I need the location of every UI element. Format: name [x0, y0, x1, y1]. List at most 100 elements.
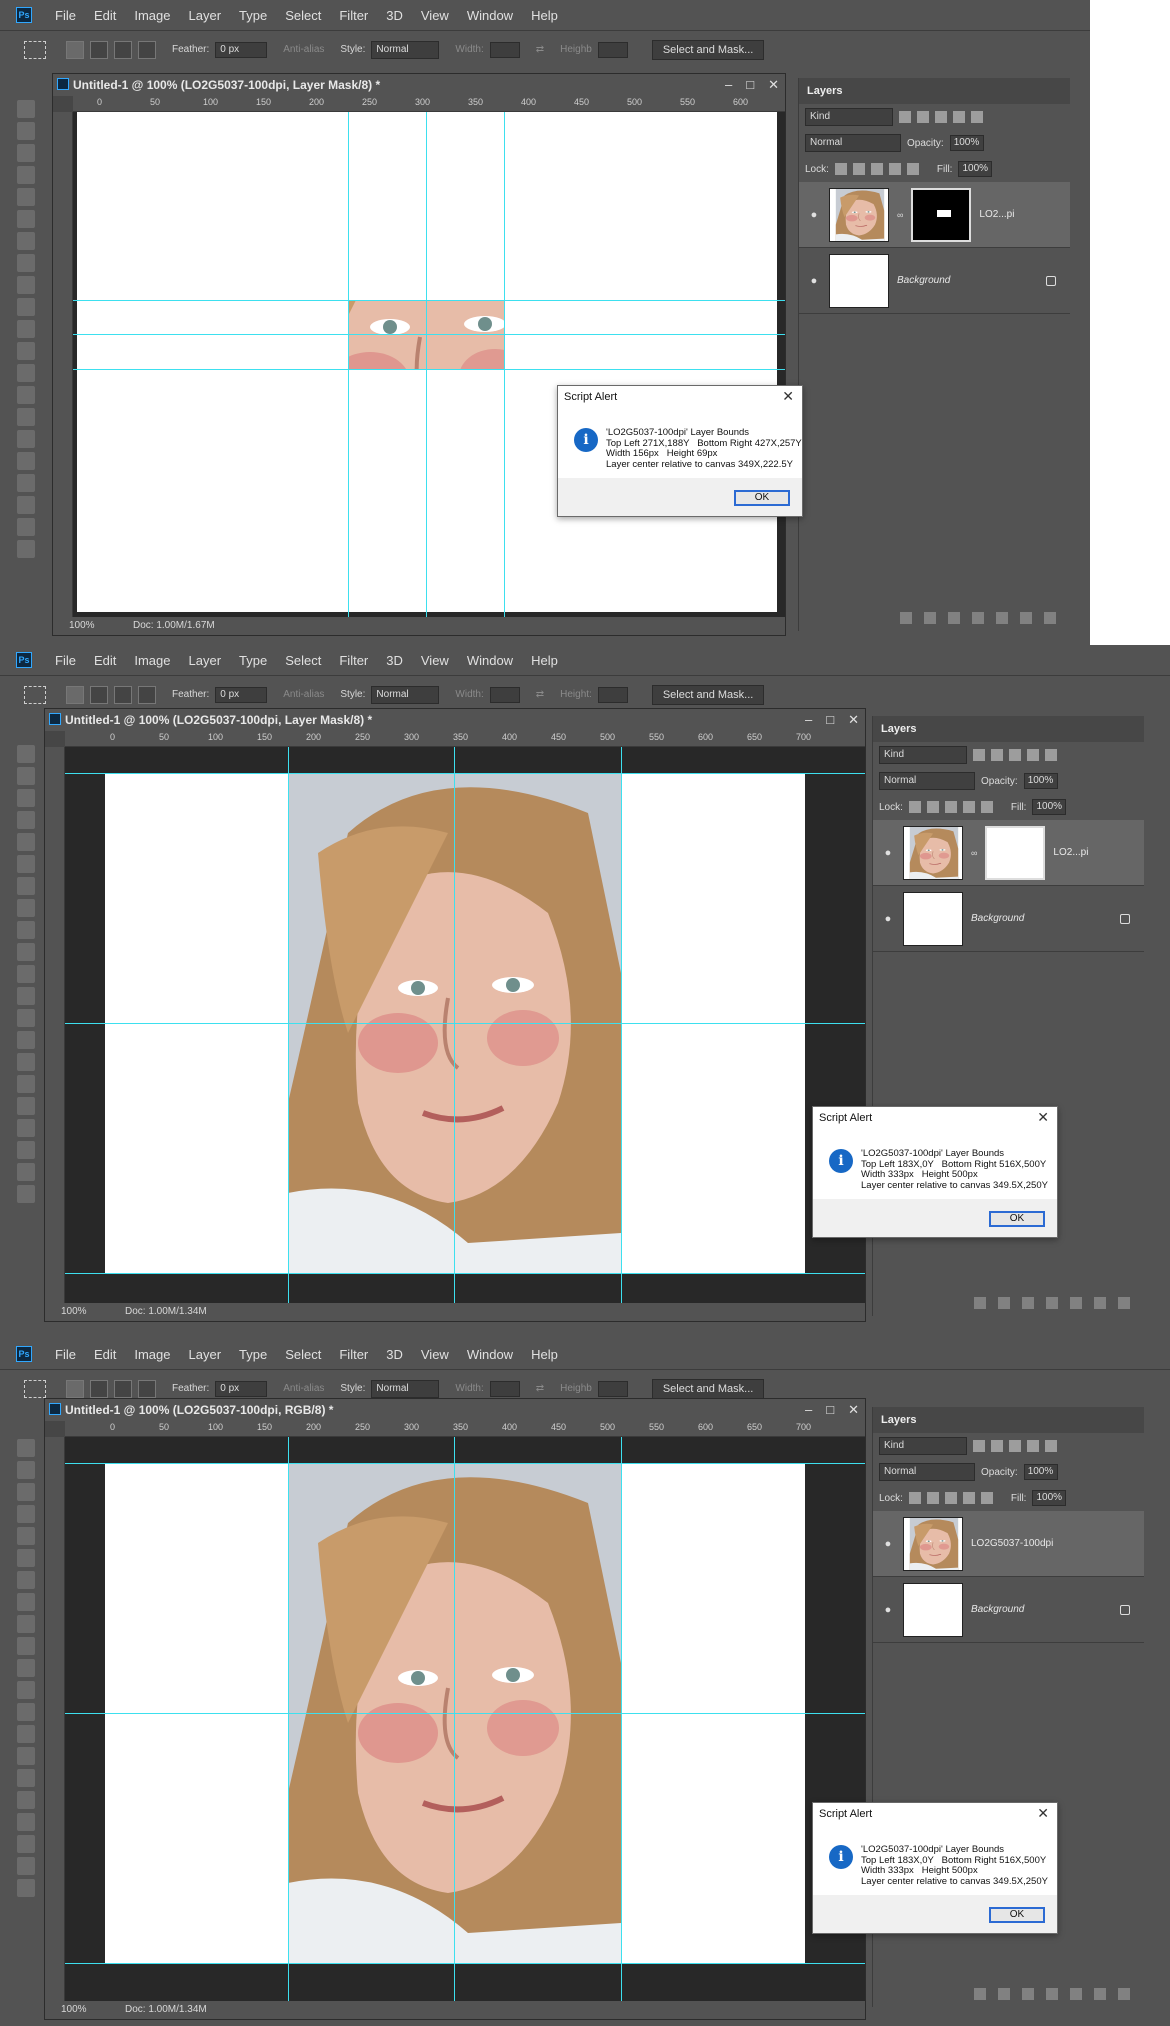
direct-select-tool-icon[interactable] — [17, 1835, 35, 1853]
eyedropper-tool-icon[interactable] — [17, 877, 35, 895]
horizontal-guide[interactable] — [65, 1463, 865, 1464]
lock-all-icon[interactable] — [980, 1492, 993, 1504]
lock-all-icon[interactable] — [980, 801, 993, 813]
subtract-selection-icon[interactable] — [114, 1379, 132, 1398]
new-layer-icon[interactable] — [1094, 1297, 1106, 1309]
zoom-level[interactable]: 100% — [61, 1306, 87, 1317]
shape-filter-icon[interactable] — [1027, 749, 1039, 761]
style-select[interactable]: Normal — [371, 1379, 440, 1398]
direct-select-tool-icon[interactable] — [17, 1141, 35, 1159]
minimize-icon[interactable]: – — [805, 1399, 812, 1421]
add-to-selection-icon[interactable] — [90, 1379, 108, 1398]
maximize-icon[interactable]: □ — [826, 1399, 834, 1421]
trash-icon[interactable] — [1118, 1297, 1130, 1309]
group-icon[interactable] — [1070, 1988, 1082, 2000]
lasso-tool-icon[interactable] — [17, 789, 35, 807]
type-filter-icon[interactable] — [1009, 749, 1021, 761]
menu-select[interactable]: Select — [276, 1347, 330, 1362]
menu-image[interactable]: Image — [125, 653, 179, 668]
frame-tool-icon[interactable] — [17, 855, 35, 873]
new-selection-icon[interactable] — [66, 40, 84, 59]
adjustment-filter-icon[interactable] — [917, 111, 929, 123]
menu-help[interactable]: Help — [522, 8, 567, 23]
adjustment-filter-icon[interactable] — [991, 749, 1003, 761]
background-layer[interactable]: ● Background — [873, 1577, 1144, 1643]
intersect-selection-icon[interactable] — [138, 40, 156, 59]
add-to-selection-icon[interactable] — [90, 685, 108, 704]
style-select[interactable]: Normal — [371, 685, 440, 704]
document-tab[interactable]: Untitled-1 @ 100% (LO2G5037-100dpi, RGB/… — [45, 1399, 865, 1421]
ok-button[interactable]: OK — [989, 1211, 1045, 1227]
fill-input[interactable]: 100% — [1032, 1490, 1067, 1506]
menu-3d[interactable]: 3D — [377, 1347, 412, 1362]
direct-select-tool-icon[interactable] — [17, 496, 35, 514]
antialias-checkbox[interactable]: Anti-alias — [283, 1383, 324, 1394]
shape-tool-icon[interactable] — [17, 1857, 35, 1875]
ok-button[interactable]: OK — [734, 490, 790, 506]
visibility-eye-icon[interactable]: ● — [807, 209, 821, 221]
horizontal-guide[interactable] — [65, 1023, 865, 1024]
antialias-checkbox[interactable]: Anti-alias — [283, 689, 324, 700]
crop-tool-icon[interactable] — [17, 1527, 35, 1545]
select-and-mask-button[interactable]: Select and Mask... — [651, 684, 765, 705]
horizontal-guide[interactable] — [65, 1713, 865, 1714]
link-layers-icon[interactable] — [974, 1988, 986, 2000]
hand-tool-icon[interactable] — [17, 1185, 35, 1203]
lock-artboard-icon[interactable] — [962, 1492, 975, 1504]
eyedropper-tool-icon[interactable] — [17, 1571, 35, 1589]
lock-artboard-icon[interactable] — [962, 801, 975, 813]
adjustment-layer-icon[interactable] — [1046, 1988, 1058, 2000]
path-select-tool-icon[interactable] — [17, 474, 35, 492]
height-input[interactable] — [597, 1380, 628, 1397]
canvas-area[interactable] — [73, 112, 785, 617]
visibility-eye-icon[interactable]: ● — [881, 847, 895, 859]
frame-tool-icon[interactable] — [17, 210, 35, 228]
blend-mode-select[interactable]: Normal — [879, 1463, 975, 1481]
pen-tool-icon[interactable] — [17, 430, 35, 448]
magic-wand-tool-icon[interactable] — [17, 1505, 35, 1523]
zoom-level[interactable]: 100% — [61, 2004, 87, 2015]
opacity-input[interactable]: 100% — [1023, 773, 1058, 789]
history-brush-tool-icon[interactable] — [17, 1659, 35, 1677]
visibility-eye-icon[interactable]: ● — [807, 275, 821, 287]
group-icon[interactable] — [996, 612, 1008, 624]
marquee-tool-icon[interactable] — [17, 122, 35, 140]
horizontal-guide[interactable] — [65, 773, 865, 774]
menu-image[interactable]: Image — [125, 8, 179, 23]
stamp-tool-icon[interactable] — [17, 298, 35, 316]
marquee-tool-preset-icon[interactable] — [24, 1379, 46, 1398]
blur-tool-icon[interactable] — [17, 1031, 35, 1049]
zoom-level[interactable]: 100% — [69, 620, 95, 631]
dodge-tool-icon[interactable] — [17, 408, 35, 426]
adjustment-layer-icon[interactable] — [1046, 1297, 1058, 1309]
stamp-tool-icon[interactable] — [17, 943, 35, 961]
type-tool-icon[interactable] — [17, 1791, 35, 1809]
blur-tool-icon[interactable] — [17, 1725, 35, 1743]
shape-filter-icon[interactable] — [1027, 1440, 1039, 1452]
maximize-icon[interactable]: □ — [746, 74, 754, 96]
menu-filter[interactable]: Filter — [330, 8, 377, 23]
lock-transparent-icon[interactable] — [834, 163, 847, 175]
lasso-tool-icon[interactable] — [17, 144, 35, 162]
swap-icon[interactable]: ⇄ — [536, 1383, 544, 1394]
menu-layer[interactable]: Layer — [180, 1347, 231, 1362]
pen-tool-icon[interactable] — [17, 1769, 35, 1787]
close-icon[interactable]: ✕ — [848, 709, 859, 731]
lock-position-icon[interactable] — [870, 163, 883, 175]
alert-close-icon[interactable]: ✕ — [1037, 1805, 1049, 1822]
move-tool-icon[interactable] — [17, 745, 35, 763]
fx-icon[interactable] — [998, 1988, 1010, 2000]
brush-tool-icon[interactable] — [17, 921, 35, 939]
close-icon[interactable]: ✕ — [848, 1399, 859, 1421]
canvas-area[interactable] — [65, 1437, 865, 2001]
menu-help[interactable]: Help — [522, 653, 567, 668]
minimize-icon[interactable]: – — [725, 74, 732, 96]
vertical-guide[interactable] — [454, 747, 455, 1303]
add-mask-icon[interactable] — [1022, 1988, 1034, 2000]
menu-3d[interactable]: 3D — [377, 8, 412, 23]
mask-link-icon[interactable]: ∞ — [971, 848, 977, 858]
path-select-tool-icon[interactable] — [17, 1119, 35, 1137]
type-filter-icon[interactable] — [935, 111, 947, 123]
vertical-guide[interactable] — [504, 112, 505, 617]
hand-tool-icon[interactable] — [17, 1879, 35, 1897]
